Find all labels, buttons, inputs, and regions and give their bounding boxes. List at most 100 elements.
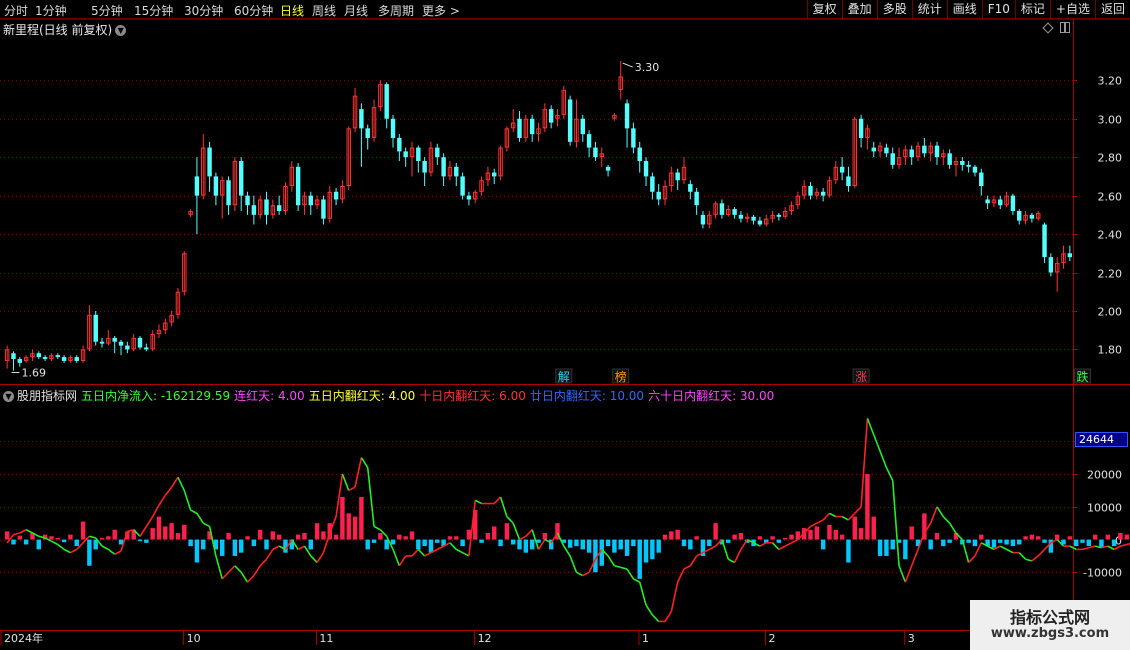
indicator-line-segment [822,512,831,521]
indicator-bar [624,539,630,556]
candle-body [144,347,149,350]
indicator-line-segment [145,516,154,527]
indicator-line-segment [89,535,96,539]
candle-body [99,341,105,344]
indicator-bar [201,539,206,550]
candle-body [42,357,48,360]
indicator-line-segment [626,568,635,580]
indicator-bar [631,539,636,547]
indicator-bar [17,535,23,540]
indicator-bar [567,539,573,548]
indicator-bar [789,534,794,540]
indicator-line-segment [246,575,255,583]
indicator-bar [1118,533,1123,540]
indicator-line-segment [499,496,508,517]
candle-body [738,214,744,219]
candle-body [985,199,990,204]
indicator-bar [656,539,661,553]
indicator-bar [321,531,326,540]
indicator-bar [934,533,940,540]
indicator-bar [713,523,718,540]
candle-body [207,147,212,177]
candle-body [460,176,465,196]
indicator-bar [979,534,984,540]
indicator-line-segment [1031,555,1039,562]
indicator-line-segment [620,566,628,570]
indicator-bar [4,531,10,540]
indicator-bar [814,526,820,540]
indicator-bar [517,539,522,550]
candle-body [1017,211,1022,221]
indicator-bar [359,496,364,540]
indicator-line-segment [139,526,147,537]
indicator-name: 股朋指标网 [17,389,78,403]
candle-body [960,161,965,165]
candle-body [871,147,876,152]
indicator-line-segment [411,548,419,557]
candle-body [517,118,522,138]
indicator-line-segment [70,548,78,554]
indicator-line-segment [607,555,616,567]
indicator-bar [884,539,889,556]
indicator-line-segment [999,545,1007,551]
candle-body [390,118,396,138]
price-tick-label: 2.00 [1098,306,1123,319]
indicator-line-segment [190,509,198,515]
indicator-bar [428,539,434,553]
kline-chart[interactable]: 1.802.002.202.402.602.803.003.20-1000001… [0,0,1130,650]
candle-body [466,195,472,200]
candle-body [435,147,440,158]
indicator-line-segment [891,480,900,566]
indicator-line-segment [215,555,223,580]
indicator-bar [447,536,453,540]
indicator-bar [846,539,851,563]
indicator-line-segment [101,545,109,551]
chevron-down-icon[interactable]: ▼ [115,25,127,36]
indicator-line-segment [676,568,685,583]
indicator-bar [1086,539,1092,547]
candle-body [650,176,655,192]
indicator-bar [586,539,592,553]
candle-body [333,191,339,200]
candle-body [586,134,592,148]
indicator-bar [454,536,459,540]
indicator-line-segment [1037,548,1046,557]
indicator-line-segment [576,571,584,577]
indicator-line-segment [683,565,691,570]
candle-body [441,157,446,177]
indicator-line-segment [816,519,824,524]
indicator-line-segment [151,504,160,518]
indicator-line-segment [177,476,185,491]
indicator-bar [637,539,642,579]
indicator-line-segment [158,494,166,506]
price-tick-label: 2.60 [1098,191,1123,204]
price-tick-label: 3.20 [1098,75,1123,88]
indicator-line-segment [1006,548,1014,554]
candle-body [966,164,971,167]
candle-body [846,176,851,187]
indicator-bar [99,537,105,540]
indicator-line-segment [462,551,470,557]
indicator-line-segment [904,565,913,583]
chevron-down-icon[interactable]: ▼ [3,391,14,402]
indicator-tick-label: 10000 [1087,502,1122,515]
indicator-bar [409,531,415,540]
indicator-line-segment [582,571,590,577]
indicator-bar [662,534,668,540]
indicator-line-segment [392,549,401,567]
indicator-bar [1092,534,1098,540]
indicator-line-segment [929,506,938,524]
candle-body [365,128,370,138]
candle-body [580,118,585,135]
indicator-line-segment [948,522,957,534]
indicator-red-20d: 廿日内翻红天: 10.00 [529,389,645,403]
candle-body [922,145,927,154]
candle-body [1029,214,1035,219]
candle-body [947,153,952,165]
indicator-line-segment [354,457,363,488]
candle-body [17,359,23,363]
indicator-bar [352,516,358,540]
indicator-line-segment [651,614,660,623]
indicator-line-segment [348,486,356,492]
maximize-icon[interactable] [1060,22,1070,33]
